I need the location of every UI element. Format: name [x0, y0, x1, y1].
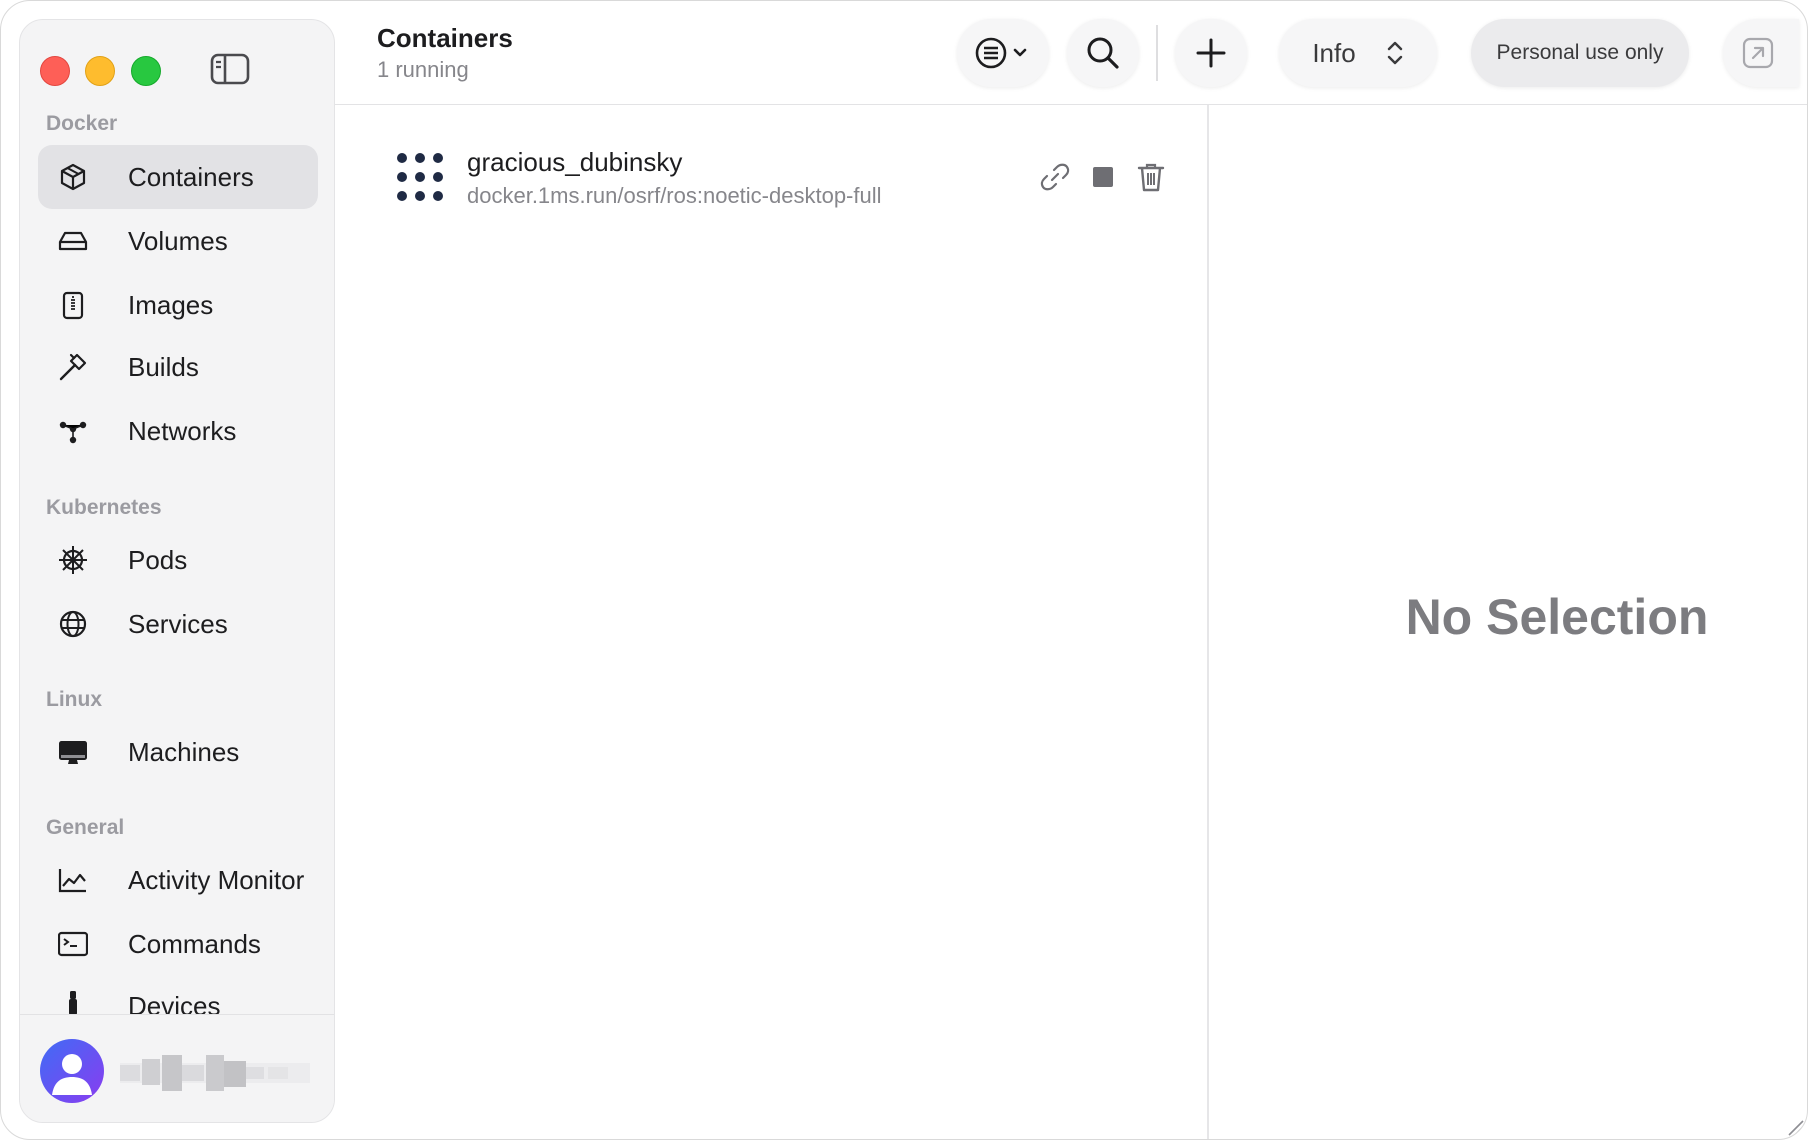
sidebar-item-networks[interactable]: Networks [38, 399, 318, 463]
search-icon [1087, 37, 1119, 69]
sidebar-item-machines[interactable]: Machines [38, 720, 318, 784]
sidebar-item-label: Machines [128, 736, 240, 767]
helm-icon [59, 546, 87, 574]
view-selector[interactable]: Info [1279, 19, 1437, 87]
container-name: gracious_dubinsky [467, 147, 683, 177]
user-silhouette-icon [52, 1054, 92, 1095]
cube-icon [60, 163, 86, 191]
toolbar-divider [1156, 25, 1158, 81]
sidebar-item-images[interactable]: Images [38, 273, 318, 337]
sidebar-item-label: Services [128, 608, 228, 639]
sidebar-item-label: Networks [128, 415, 237, 446]
sidebar-item-pods[interactable]: Pods [38, 528, 318, 592]
stop-icon[interactable] [1087, 161, 1119, 193]
username-redacted [120, 1055, 310, 1091]
open-external-button[interactable] [1723, 19, 1799, 87]
toolbar: Containers 1 running Info Personal use o… [335, 1, 1807, 105]
license-label: Personal use only [1496, 41, 1664, 64]
close-window-button[interactable] [40, 56, 70, 86]
maximize-window-button[interactable] [131, 56, 161, 86]
sidebar-item-label: Commands [128, 928, 261, 959]
search-button[interactable] [1067, 19, 1139, 87]
plus-icon [1196, 38, 1226, 68]
container-row[interactable]: gracious_dubinsky docker.1ms.run/osrf/ro… [395, 141, 1185, 211]
account-footer[interactable] [20, 1014, 334, 1122]
sidebar-item-builds[interactable]: Builds [38, 335, 318, 399]
app-window: Docker Containers Volumes Images Builds … [0, 0, 1808, 1140]
container-image: docker.1ms.run/osrf/ros:noetic-desktop-f… [467, 183, 882, 208]
sidebar-item-label: Pods [128, 544, 188, 575]
avatar[interactable] [40, 1039, 104, 1103]
terminal-icon [58, 931, 88, 957]
running-count: 1 running [377, 57, 469, 82]
sidebar-item-label: Builds [128, 351, 199, 382]
sidebar-item-label: Volumes [128, 225, 228, 256]
section-label-linux: Linux [46, 688, 102, 711]
running-status-icon [397, 153, 443, 201]
container-list: gracious_dubinsky docker.1ms.run/osrf/ro… [335, 105, 1207, 1139]
filter-menu-button[interactable] [957, 19, 1049, 87]
sidebar-item-label: Images [128, 289, 214, 320]
sidebar-item-label: Activity Monitor [128, 864, 305, 895]
add-container-button[interactable] [1175, 19, 1247, 87]
page-title: Containers [377, 23, 513, 53]
link-icon[interactable] [1039, 161, 1071, 193]
network-icon [59, 421, 87, 444]
globe-icon [59, 610, 87, 638]
drive-icon [58, 231, 88, 251]
desktop-icon [59, 741, 87, 764]
sidebar: Docker Containers Volumes Images Builds … [19, 19, 335, 1123]
sidebar-item-services[interactable]: Services [38, 592, 318, 656]
sidebar-item-activity-monitor[interactable]: Activity Monitor [38, 848, 318, 912]
section-label-docker: Docker [46, 112, 118, 135]
section-label-kubernetes: Kubernetes [46, 496, 162, 519]
trash-icon[interactable] [1135, 161, 1167, 193]
hammer-icon [59, 353, 87, 381]
license-button[interactable]: Personal use only [1471, 19, 1689, 87]
open-external-icon [1742, 37, 1774, 69]
sidebar-toggle-icon[interactable] [210, 53, 250, 85]
sidebar-item-volumes[interactable]: Volumes [38, 209, 318, 273]
section-label-general: General [46, 816, 125, 839]
detail-pane: No Selection [1209, 105, 1807, 1139]
archive-icon [62, 291, 84, 320]
sidebar-item-commands[interactable]: Commands [38, 912, 318, 976]
chevron-up-down-icon [1387, 41, 1402, 65]
list-filter-icon [975, 37, 1027, 69]
minimize-window-button[interactable] [85, 56, 115, 86]
view-selector-label: Info [1312, 37, 1356, 68]
sidebar-item-label: Containers [128, 161, 254, 192]
sidebar-item-containers[interactable]: Containers [38, 145, 318, 209]
resize-grip-icon[interactable] [1785, 1117, 1805, 1137]
empty-state-label: No Selection [1405, 589, 1709, 645]
chart-line-icon [58, 869, 86, 893]
